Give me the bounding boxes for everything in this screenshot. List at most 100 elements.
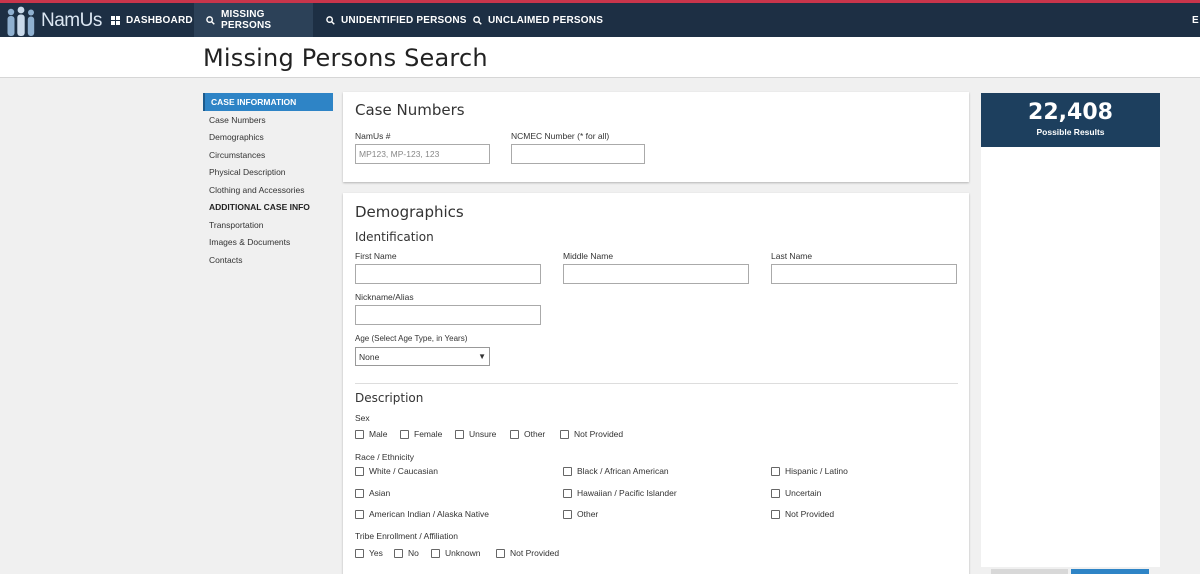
search-icon: [473, 15, 482, 25]
tribe-option-label: No: [408, 548, 419, 558]
case-numbers-title: Case Numbers: [355, 101, 465, 119]
nav-dashboard[interactable]: DASHBOARD: [99, 3, 205, 37]
description-title: Description: [355, 391, 424, 405]
nickname-label: Nickname/Alias: [355, 292, 414, 302]
checkbox-icon[interactable]: [355, 488, 364, 498]
checkbox-icon[interactable]: [563, 488, 572, 498]
side-nav-case-information[interactable]: CASE INFORMATION: [203, 93, 333, 111]
race-uncertain-checkbox[interactable]: Uncertain: [771, 488, 821, 498]
nav-unidentified-persons[interactable]: UNIDENTIFIED PERSONS: [314, 3, 479, 37]
side-nav-demographics[interactable]: Demographics: [203, 129, 333, 147]
nav-dashboard-label: DASHBOARD: [126, 14, 193, 26]
checkbox-icon[interactable]: [771, 488, 780, 498]
sex-unsure-checkbox[interactable]: Unsure: [455, 429, 496, 439]
side-nav-images-documents[interactable]: Images & Documents: [203, 234, 333, 252]
checkbox-icon[interactable]: [771, 466, 780, 476]
checkbox-icon[interactable]: [355, 466, 364, 476]
race-option-label: Hawaiian / Pacific Islander: [577, 488, 677, 498]
nav-unclaimed-persons[interactable]: UNCLAIMED PERSONS: [461, 3, 615, 37]
side-nav-physical-description[interactable]: Physical Description: [203, 164, 333, 182]
sex-not-provided-checkbox[interactable]: Not Provided: [560, 429, 623, 439]
nickname-input[interactable]: [355, 305, 541, 325]
sex-other-checkbox[interactable]: Other: [510, 429, 545, 439]
race-option-label: White / Caucasian: [369, 466, 438, 476]
tribe-not-provided-checkbox[interactable]: Not Provided: [496, 548, 559, 558]
page-title: Missing Persons Search: [203, 44, 488, 72]
race-option-label: Uncertain: [785, 488, 822, 498]
nav-missing-persons[interactable]: MISSING PERSONS: [194, 3, 313, 37]
search-icon: [206, 15, 215, 25]
dashboard-icon: [111, 15, 120, 25]
top-nav: NamUs DASHBOARD MISSING PERSONS UNIDENTI…: [0, 0, 1200, 37]
race-option-label: Asian: [369, 488, 391, 498]
title-bar: Missing Persons Search: [0, 37, 1200, 78]
checkbox-icon[interactable]: [355, 509, 364, 519]
side-nav-additional-case-info[interactable]: ADDITIONAL CASE INFO: [203, 199, 333, 217]
tribe-unknown-checkbox[interactable]: Unknown: [431, 548, 480, 558]
race-option-label: Other: [577, 509, 599, 519]
checkbox-icon[interactable]: [496, 548, 505, 558]
race-not-provided-checkbox[interactable]: Not Provided: [771, 509, 834, 519]
search-button[interactable]: [1071, 569, 1149, 574]
side-nav-transportation[interactable]: Transportation: [203, 216, 333, 234]
results-panel: 22,408 Possible Results: [981, 93, 1160, 567]
nav-missing-persons-label: MISSING PERSONS: [221, 9, 272, 31]
checkbox-icon[interactable]: [455, 429, 464, 439]
race-option-label: Black / African American: [577, 466, 669, 476]
checkbox-icon[interactable]: [431, 548, 440, 558]
tribe-no-checkbox[interactable]: No: [394, 548, 419, 558]
search-icon: [326, 15, 335, 25]
checkbox-icon[interactable]: [510, 429, 519, 439]
nav-user-menu[interactable]: E: [1192, 3, 1200, 37]
checkbox-icon[interactable]: [355, 548, 364, 558]
results-count: 22,408: [1028, 100, 1113, 125]
tribe-label: Tribe Enrollment / Affiliation: [355, 531, 458, 541]
age-type-select[interactable]: None ▼: [355, 347, 490, 366]
checkbox-icon[interactable]: [400, 429, 409, 439]
race-white-checkbox[interactable]: White / Caucasian: [355, 466, 438, 476]
checkbox-icon[interactable]: [771, 509, 780, 519]
side-nav-circumstances[interactable]: Circumstances: [203, 146, 333, 164]
ncmec-number-label: NCMEC Number (* for all): [511, 131, 610, 141]
sex-female-checkbox[interactable]: Female: [400, 429, 442, 439]
last-name-label: Last Name: [771, 251, 813, 261]
namus-number-input[interactable]: [355, 144, 490, 164]
checkbox-icon[interactable]: [560, 429, 569, 439]
tribe-option-label: Not Provided: [510, 548, 560, 558]
sex-option-label: Male: [369, 429, 388, 439]
checkbox-icon[interactable]: [563, 466, 572, 476]
race-option-label: Not Provided: [785, 509, 835, 519]
ncmec-number-input[interactable]: [511, 144, 645, 164]
logo-text: NamUs: [41, 10, 102, 31]
nav-unclaimed-persons-label: UNCLAIMED PERSONS: [488, 14, 604, 26]
sex-option-label: Female: [414, 429, 443, 439]
namus-logo[interactable]: NamUs: [5, 6, 102, 36]
nav-unidentified-persons-label: UNIDENTIFIED PERSONS: [341, 14, 467, 26]
clear-button[interactable]: [991, 569, 1068, 574]
checkbox-icon[interactable]: [355, 429, 364, 439]
sex-option-label: Not Provided: [574, 429, 624, 439]
race-hawaiian-checkbox[interactable]: Hawaiian / Pacific Islander: [563, 488, 677, 498]
section-divider: [355, 383, 958, 384]
results-label: Possible Results: [1036, 127, 1105, 137]
tribe-option-label: Unknown: [445, 548, 481, 558]
checkbox-icon[interactable]: [563, 509, 572, 519]
side-nav-case-numbers[interactable]: Case Numbers: [203, 111, 333, 129]
people-icon: [5, 6, 37, 36]
race-american-indian-checkbox[interactable]: American Indian / Alaska Native: [355, 509, 489, 519]
tribe-yes-checkbox[interactable]: Yes: [355, 548, 383, 558]
last-name-input[interactable]: [771, 264, 957, 284]
sex-option-label: Other: [524, 429, 546, 439]
sex-male-checkbox[interactable]: Male: [355, 429, 387, 439]
race-hispanic-checkbox[interactable]: Hispanic / Latino: [771, 466, 848, 476]
checkbox-icon[interactable]: [394, 548, 403, 558]
race-option-label: American Indian / Alaska Native: [369, 509, 490, 519]
race-other-checkbox[interactable]: Other: [563, 509, 598, 519]
side-nav-clothing-accessories[interactable]: Clothing and Accessories: [203, 181, 333, 199]
race-black-checkbox[interactable]: Black / African American: [563, 466, 669, 476]
side-nav-contacts[interactable]: Contacts: [203, 251, 333, 269]
race-asian-checkbox[interactable]: Asian: [355, 488, 390, 498]
race-label: Race / Ethnicity: [355, 452, 415, 462]
middle-name-input[interactable]: [563, 264, 749, 284]
first-name-input[interactable]: [355, 264, 541, 284]
